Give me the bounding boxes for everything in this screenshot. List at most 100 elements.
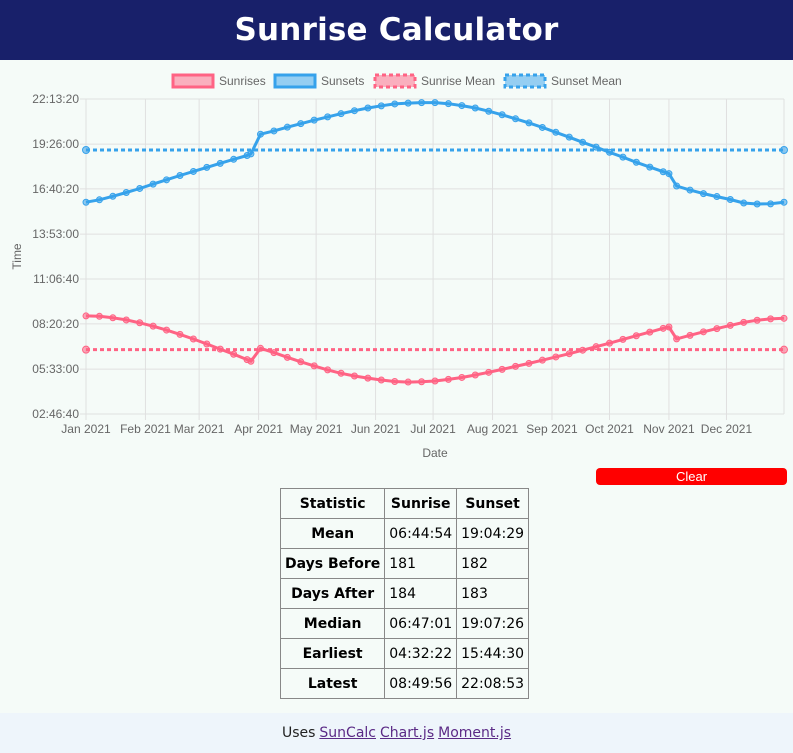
x-tick-label: Jan 2021 — [61, 422, 111, 436]
sunrise-point — [270, 349, 278, 357]
sunrise-point — [726, 321, 734, 329]
y-tick-label: 08:20:20 — [32, 317, 79, 331]
sunrise-cell: 06:44:54 — [384, 518, 458, 549]
row-label: Mean — [279, 518, 386, 549]
sunset-point — [283, 123, 291, 131]
sunset-point — [552, 128, 560, 136]
sunset-point — [458, 102, 466, 110]
sunset-point — [740, 199, 748, 207]
sunrise-point — [189, 335, 197, 343]
footer-prefix: Uses — [281, 725, 316, 741]
sunset-point — [109, 192, 117, 200]
x-tick-label: Jul 2021 — [410, 422, 456, 436]
table-row: Earliest 04:32:22 15:44:30 — [279, 638, 530, 669]
sunrise-point — [283, 353, 291, 361]
sunrise-point — [686, 331, 694, 339]
sunrise-point — [364, 374, 372, 382]
sunrise-point — [592, 343, 600, 351]
sunset-point — [247, 150, 255, 158]
row-label: Latest — [279, 668, 386, 699]
page-footer: Uses SunCalc Chart.js Moment.js — [0, 713, 793, 753]
sunset-cell: 15:44:30 — [456, 638, 530, 669]
sunset-point — [579, 138, 587, 146]
sunrise-point — [753, 316, 761, 324]
sunrise-point — [780, 314, 788, 322]
y-tick-label: 16:40:20 — [32, 182, 79, 196]
sunrise-point — [176, 330, 184, 338]
sunset-point — [632, 158, 640, 166]
sunset-point — [203, 163, 211, 171]
sunrise-cell: 04:32:22 — [384, 638, 458, 669]
sunrise-point — [740, 318, 748, 326]
column-header-sunset: Sunset — [456, 488, 530, 519]
clear-button[interactable]: Clear — [596, 468, 787, 485]
sunrise-point — [324, 366, 332, 374]
sunset-point — [270, 127, 278, 135]
sunrise-point — [257, 344, 264, 352]
sunrise-point — [512, 362, 520, 370]
chartjs-link[interactable]: Chart.js — [380, 725, 434, 741]
sunset-point — [498, 111, 506, 119]
x-tick-label: Jun 2021 — [351, 422, 401, 436]
x-axis-label: Date — [422, 446, 448, 460]
sunrise-point — [552, 353, 560, 361]
sunset-point — [377, 102, 385, 110]
sunrise-point — [337, 369, 345, 377]
sunset-cell: 182 — [456, 548, 530, 579]
sunrise-cell: 08:49:56 — [384, 668, 458, 699]
sunset-point — [525, 119, 533, 127]
x-tick-label: Oct 2021 — [585, 422, 634, 436]
sunrise-point — [149, 322, 157, 330]
x-tick-label: Aug 2021 — [467, 422, 519, 436]
page-header: Sunrise Calculator — [0, 0, 793, 60]
x-tick-label: May 2021 — [290, 422, 343, 436]
x-tick-label: Sep 2021 — [526, 422, 578, 436]
mean-point — [780, 345, 788, 354]
sunrise-point — [216, 345, 224, 353]
sunrise-point — [458, 373, 466, 381]
legend-label: Sunsets — [321, 74, 364, 88]
table-header-row: Statistic Sunrise Sunset — [279, 488, 530, 519]
row-label: Days Before — [279, 548, 386, 579]
sunrise-point — [485, 368, 493, 376]
sunset-point — [122, 189, 130, 197]
legend-label: Sunrise Mean — [421, 74, 495, 88]
page-title: Sunrise Calculator — [234, 12, 559, 48]
table-row: Days Before 181 182 — [279, 548, 530, 579]
sunrise-point — [230, 350, 238, 358]
sunset-point — [136, 184, 144, 192]
sunset-point — [297, 120, 305, 128]
sunset-point — [418, 99, 426, 107]
sunrise-point — [297, 358, 305, 366]
row-label: Earliest — [279, 638, 386, 669]
y-tick-label: 05:33:00 — [32, 362, 79, 376]
sunrise-point — [579, 346, 587, 354]
legend-swatch — [503, 73, 547, 89]
table-row: Days After 184 183 — [279, 578, 530, 609]
sunset-point — [149, 180, 157, 188]
suncalc-link[interactable]: SunCalc — [319, 725, 376, 741]
y-tick-label: 11:06:40 — [33, 272, 79, 286]
sunrise-point — [247, 357, 255, 365]
sun-times-chart: 22:13:20 19:26:00 16:40:20 13:53:00 11:06:40… — [10, 73, 788, 460]
y-axis-label: Time — [10, 243, 24, 270]
sunset-point — [512, 115, 520, 123]
sunset-point — [95, 196, 103, 204]
sunrise-point — [391, 378, 399, 386]
sunset-point — [404, 99, 412, 107]
sunset-point — [753, 200, 761, 208]
sunrise-point — [163, 326, 171, 334]
sunset-point — [485, 107, 493, 115]
sunrise-point — [404, 378, 412, 386]
sunrise-cell: 184 — [384, 578, 458, 609]
sunset-point — [324, 113, 332, 121]
sunrise-point — [713, 325, 721, 333]
sunset-point — [767, 200, 775, 208]
sunrise-point — [525, 359, 533, 367]
momentjs-link[interactable]: Moment.js — [438, 725, 511, 741]
sunset-point — [646, 163, 654, 171]
sunset-point — [673, 182, 681, 190]
sunset-point — [391, 100, 399, 108]
sunset-point — [350, 107, 358, 115]
mean-point — [82, 145, 90, 154]
